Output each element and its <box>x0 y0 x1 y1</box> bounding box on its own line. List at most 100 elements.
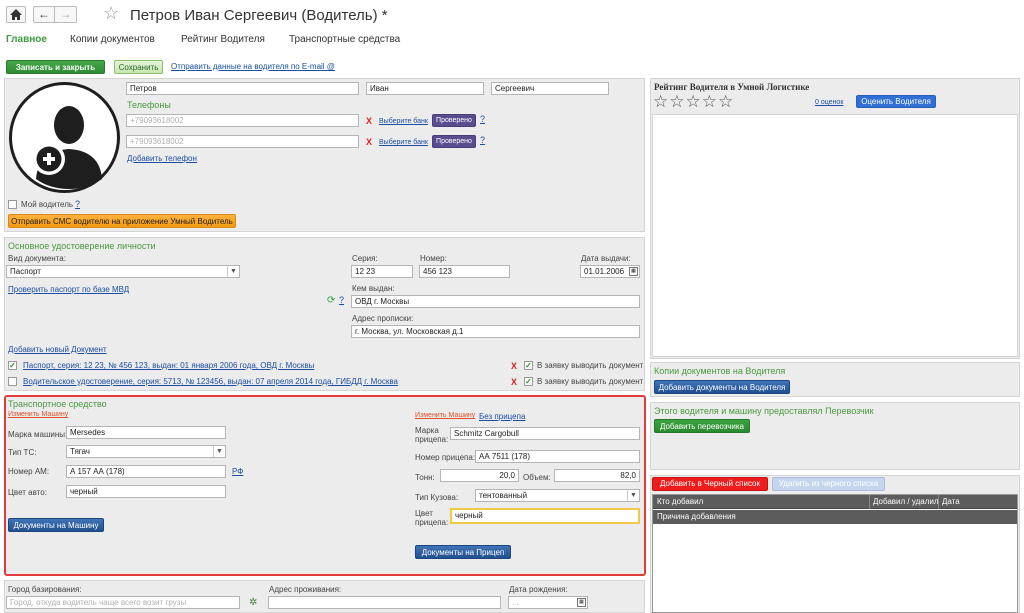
car-brand-label: Марка машины: <box>8 430 68 439</box>
phone-field-2[interactable]: +79093618002 <box>126 135 359 148</box>
residence-field[interactable] <box>268 596 501 609</box>
verified-button-1[interactable]: Проверено <box>432 114 476 127</box>
birth-date-field[interactable]: . . ▦ <box>508 596 588 609</box>
star-icon[interactable]: ☆ <box>653 92 669 111</box>
rate-driver-button[interactable]: Оценить Водителя <box>856 95 936 108</box>
star-icon[interactable]: ☆ <box>669 92 685 111</box>
send-sms-button[interactable]: Отправить СМС водителю на приложение Умн… <box>8 214 236 228</box>
check-passport-link[interactable]: Проверить паспорт по базе МВД <box>8 285 129 295</box>
column-header-who-added[interactable]: Кто добавил <box>657 497 703 506</box>
blacklist-reason-header: Причина добавления <box>653 510 1017 524</box>
doc-type-value: Паспорт <box>10 267 41 276</box>
trailer-number-field[interactable]: АА 7511 (178) <box>475 450 640 463</box>
map-picker-icon[interactable]: ✲ <box>249 597 257 608</box>
rf-link[interactable]: РФ <box>232 467 243 477</box>
add-document-link[interactable]: Добавить новый Документ <box>8 345 107 355</box>
help-icon-issued[interactable]: ? <box>339 295 344 305</box>
volume-label: Объем: <box>523 473 551 482</box>
add-driver-documents-button[interactable]: Добавить документы на Водителя <box>654 380 790 394</box>
doc-1-link[interactable]: Паспорт, серия: 12 23, № 456 123, выдан:… <box>23 361 314 371</box>
star-icon[interactable]: ☆ <box>718 92 734 111</box>
send-email-link[interactable]: Отправить данные на водителя по E-mail @ <box>171 62 335 72</box>
calendar-icon[interactable]: ▦ <box>577 598 586 607</box>
first-name-field[interactable]: Иван <box>366 82 484 95</box>
help-icon-phone-2[interactable]: ? <box>480 135 485 145</box>
save-button[interactable]: Сохранить <box>114 60 163 74</box>
reason-header-label[interactable]: Причина добавления <box>657 512 736 521</box>
my-driver-checkbox[interactable] <box>8 200 17 209</box>
tons-field[interactable]: 20,0 <box>440 469 519 482</box>
doc-2-link[interactable]: Водительское удостоверение, серия: 5713,… <box>23 377 398 387</box>
add-carrier-button[interactable]: Добавить перевозчика <box>654 419 750 433</box>
star-icon[interactable]: ☆ <box>702 92 718 111</box>
doc-2-show-checkbox[interactable]: ✓ <box>524 377 533 386</box>
chevron-down-icon[interactable]: ▼ <box>627 490 639 501</box>
doc-type-select[interactable]: Паспорт ▼ <box>6 265 240 278</box>
forward-button[interactable]: → <box>55 6 77 23</box>
address-label: Адрес прописки: <box>352 314 414 323</box>
change-car-link[interactable]: Изменить Машину <box>8 411 68 418</box>
chevron-down-icon[interactable]: ▼ <box>227 266 239 277</box>
help-icon-phone-1[interactable]: ? <box>480 114 485 124</box>
tab-vehicles[interactable]: Транспортные средства <box>289 34 400 45</box>
rating-stars[interactable]: ☆☆☆☆☆ <box>653 92 734 112</box>
car-documents-button[interactable]: Документы на Машину <box>8 518 104 532</box>
doc-1-checkbox[interactable]: ✓ <box>8 361 17 370</box>
column-separator <box>938 495 939 509</box>
car-color-label: Цвет авто: <box>8 488 47 497</box>
delete-doc-1-icon[interactable]: X <box>511 361 517 371</box>
plate-field[interactable]: А 157 АА (178) <box>66 465 226 478</box>
help-icon-my-driver[interactable]: ? <box>75 199 80 209</box>
column-header-added-removed[interactable]: Добавил / удалил <box>873 497 939 506</box>
delete-doc-2-icon[interactable]: X <box>511 377 517 387</box>
chevron-down-icon[interactable]: ▼ <box>213 446 225 457</box>
avatar[interactable] <box>8 81 121 194</box>
choose-bank-link-1[interactable]: Выберите банк <box>379 117 428 127</box>
volume-field[interactable]: 82,0 <box>554 469 640 482</box>
doc-1-show-label: В заявку выводить документ <box>537 361 644 370</box>
save-and-close-button[interactable]: Записать и закрыть <box>6 60 105 74</box>
column-header-date[interactable]: Дата <box>942 497 960 506</box>
doc-type-label: Вид документа: <box>8 254 66 263</box>
delete-phone-2-icon[interactable]: X <box>366 137 372 147</box>
issue-date-field[interactable]: 01.01.2006 ▦ <box>580 265 640 278</box>
arrow-left-icon: ← <box>38 7 50 21</box>
trailer-brand-field[interactable]: Schmitz Cargobull <box>450 427 640 440</box>
remove-from-blacklist-button[interactable]: Удалить из черного списка <box>772 477 885 491</box>
tab-document-copies[interactable]: Копии документов <box>70 34 155 45</box>
phone-field-1[interactable]: +79093618002 <box>126 114 359 127</box>
star-icon[interactable]: ☆ <box>686 92 702 111</box>
vehicle-type-select[interactable]: Тягач ▼ <box>66 445 226 458</box>
favorite-star-icon[interactable]: ☆ <box>103 3 119 24</box>
tab-driver-rating[interactable]: Рейтинг Водителя <box>181 34 265 45</box>
doc-1-show-checkbox[interactable]: ✓ <box>524 361 533 370</box>
number-field[interactable]: 456 123 <box>419 265 510 278</box>
add-phone-link[interactable]: Добавить телефон <box>127 154 197 164</box>
back-button[interactable]: ← <box>33 6 55 23</box>
registration-address-field[interactable]: г. Москва, ул. Московская д.1 <box>351 325 640 338</box>
refresh-icon[interactable]: ⟳ <box>327 296 335 306</box>
series-field[interactable]: 12 23 <box>351 265 413 278</box>
phones-title: Телефоны <box>127 100 171 110</box>
change-trailer-link[interactable]: Изменить Машину <box>415 412 475 419</box>
doc-2-checkbox[interactable] <box>8 377 17 386</box>
car-color-field[interactable]: черный <box>66 485 226 498</box>
my-driver-label: Мой водитель <box>21 200 74 209</box>
last-name-field[interactable]: Петров <box>126 82 359 95</box>
verified-button-2[interactable]: Проверено <box>432 135 476 148</box>
reviews-count-link[interactable]: 0 оценок <box>815 98 843 108</box>
home-button[interactable] <box>6 6 26 23</box>
calendar-icon[interactable]: ▦ <box>629 267 638 276</box>
middle-name-field[interactable]: Сергеевич <box>491 82 609 95</box>
add-to-blacklist-button[interactable]: Добавить в Черный список <box>652 477 768 491</box>
body-type-select[interactable]: тентованный ▼ <box>475 489 640 502</box>
choose-bank-link-2[interactable]: Выберите банк <box>379 138 428 148</box>
city-field[interactable]: Город, откуда водитель чаще всего возит … <box>6 596 240 609</box>
issued-by-field[interactable]: ОВД г. Москвы <box>351 295 640 308</box>
no-trailer-link[interactable]: Без прицепа <box>479 412 525 422</box>
car-brand-field[interactable]: Mersedes <box>66 426 226 439</box>
delete-phone-1-icon[interactable]: X <box>366 116 372 126</box>
tab-main[interactable]: Главное <box>6 34 47 45</box>
trailer-documents-button[interactable]: Документы на Прицеп <box>415 545 511 559</box>
trailer-color-field[interactable]: черный <box>450 508 640 524</box>
